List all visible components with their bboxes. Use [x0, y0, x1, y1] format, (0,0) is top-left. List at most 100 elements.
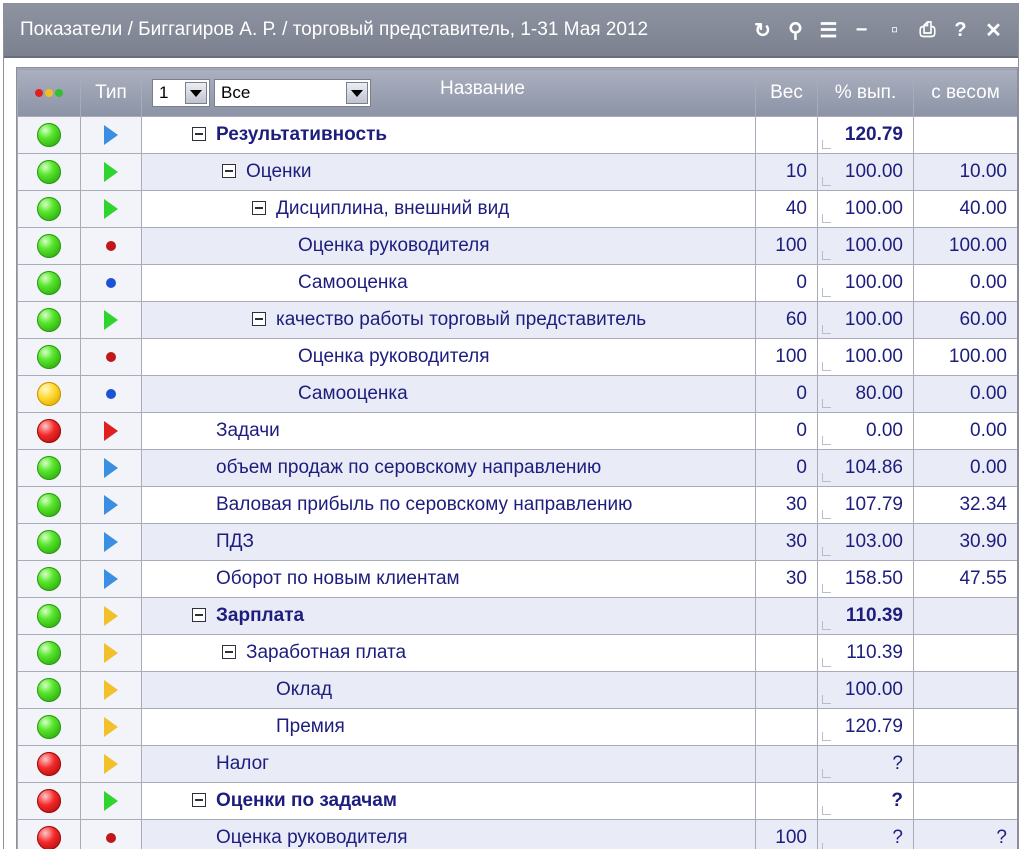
percent-cell[interactable]: 100.00 [817, 264, 914, 302]
percent-cell[interactable]: 120.79 [817, 708, 914, 746]
filter-select[interactable]: Все [214, 79, 371, 107]
percent-cell[interactable]: 100.00 [817, 301, 914, 339]
table-row[interactable]: Оценка руководителя 100 100.00 100.00 [17, 338, 1017, 376]
name-cell[interactable]: Самооценка [141, 375, 756, 413]
help-icon[interactable]: ? [944, 15, 977, 45]
table-row[interactable]: Премия 120.79 [17, 708, 1017, 746]
percent-cell[interactable]: ? [817, 782, 914, 820]
table-row[interactable]: Валовая прибыль по серовскому направлени… [17, 486, 1017, 524]
level-select[interactable]: 1 [152, 79, 210, 107]
triangle-green-icon [104, 198, 118, 219]
percent-cell[interactable]: 110.39 [817, 634, 914, 672]
table-row[interactable]: Оценки 10 100.00 10.00 [17, 153, 1017, 191]
collapse-toggle-icon[interactable] [222, 164, 236, 178]
collapse-toggle-icon[interactable] [192, 793, 206, 807]
close-icon[interactable]: ✕ [977, 15, 1010, 45]
name-cell[interactable]: Зарплата [141, 597, 756, 635]
percent-cell[interactable]: 110.39 [817, 597, 914, 635]
triangle-yellow-icon [104, 605, 118, 626]
resize-corner-icon [822, 436, 831, 445]
weighted-column-header[interactable]: с весом [913, 68, 1017, 117]
table-row[interactable]: Результативность 120.79 [17, 116, 1017, 154]
table-row[interactable]: качество работы торговый представитель 60… [17, 301, 1017, 339]
percent-cell[interactable]: 0.00 [817, 412, 914, 450]
name-cell[interactable]: Результативность [141, 116, 756, 154]
collapse-toggle-icon[interactable] [222, 645, 236, 659]
table-row[interactable]: Самооценка 0 80.00 0.00 [17, 375, 1017, 413]
row-name: Оценки [246, 161, 312, 182]
table-row[interactable]: Налог? [17, 745, 1017, 783]
type-column-header[interactable]: Тип [80, 68, 142, 117]
weight-column-header[interactable]: Вес [755, 68, 818, 117]
collapse-toggle-icon[interactable] [192, 608, 206, 622]
percent-cell[interactable]: 100.00 [817, 671, 914, 709]
name-cell[interactable]: Оценка руководителя [141, 227, 756, 265]
percent-cell[interactable]: 107.79 [817, 486, 914, 524]
percent-cell[interactable]: 100.00 [817, 227, 914, 265]
maximize-icon[interactable]: ▫ [878, 15, 911, 45]
name-cell[interactable]: Дисциплина, внешний вид [141, 190, 756, 228]
percent-cell[interactable]: 158.50 [817, 560, 914, 598]
table-row[interactable]: Дисциплина, внешний вид 40 100.00 40.00 [17, 190, 1017, 228]
name-cell[interactable]: Оценка руководителя [141, 819, 756, 849]
name-cell[interactable]: Оборот по новым клиентам [141, 560, 756, 598]
weight-cell: 0 [755, 264, 818, 302]
weighted-cell: 0.00 [913, 449, 1017, 487]
collapse-toggle-icon[interactable] [252, 312, 266, 326]
table-row[interactable]: Задачи 0 0.00 0.00 [17, 412, 1017, 450]
table-row[interactable]: Самооценка 0 100.00 0.00 [17, 264, 1017, 302]
table-row[interactable]: Оборот по новым клиентам 30 158.50 47.55 [17, 560, 1017, 598]
percent-cell[interactable]: 104.86 [817, 449, 914, 487]
table-row[interactable]: ПДЗ 30 103.00 30.90 [17, 523, 1017, 561]
resize-corner-icon [822, 621, 831, 630]
collapse-toggle-icon[interactable] [252, 201, 266, 215]
status-column-header[interactable] [17, 68, 81, 117]
name-cell[interactable]: объем продаж по серовскому направлению [141, 449, 756, 487]
table-row[interactable]: Оценки по задачам? [17, 782, 1017, 820]
row-name: Премия [276, 716, 345, 737]
percent-value: 100.00 [844, 346, 903, 367]
percent-value: 100.00 [844, 272, 903, 293]
table-row[interactable]: Оценка руководителя 100?? [17, 819, 1017, 849]
collapse-toggle-icon[interactable] [192, 127, 206, 141]
search-icon[interactable]: ⚲ [779, 15, 812, 45]
name-column-header[interactable]: 1 Все Название [141, 68, 756, 117]
name-cell[interactable]: Валовая прибыль по серовскому направлени… [141, 486, 756, 524]
percent-cell[interactable]: 100.00 [817, 338, 914, 376]
refresh-icon[interactable]: ↻ [746, 15, 779, 45]
name-cell[interactable]: Премия [141, 708, 756, 746]
triangle-blue-icon [104, 494, 118, 515]
percent-cell[interactable]: 103.00 [817, 523, 914, 561]
percent-cell[interactable]: 100.00 [817, 153, 914, 191]
name-cell[interactable]: Оценка руководителя [141, 338, 756, 376]
percent-value: ? [892, 827, 903, 848]
table-row[interactable]: Зарплата 110.39 [17, 597, 1017, 635]
name-cell[interactable]: качество работы торговый представитель [141, 301, 756, 339]
percent-cell[interactable]: 80.00 [817, 375, 914, 413]
resize-corner-icon [822, 177, 831, 186]
name-cell[interactable]: Самооценка [141, 264, 756, 302]
table-row[interactable]: Оценка руководителя 100 100.00 100.00 [17, 227, 1017, 265]
table-row[interactable]: Оклад 100.00 [17, 671, 1017, 709]
percent-cell[interactable]: ? [817, 745, 914, 783]
percent-cell[interactable]: 120.79 [817, 116, 914, 154]
name-cell[interactable]: Оценки по задачам [141, 782, 756, 820]
row-name: Оценка руководителя [298, 346, 490, 367]
print-icon[interactable]: ⎙ [911, 15, 944, 45]
triangle-yellow-icon [104, 716, 118, 737]
table-row[interactable]: объем продаж по серовскому направлению 0 1… [17, 449, 1017, 487]
chevron-down-icon[interactable] [185, 82, 207, 104]
table-row[interactable]: Заработная плата 110.39 [17, 634, 1017, 672]
name-cell[interactable]: ПДЗ [141, 523, 756, 561]
name-cell[interactable]: Заработная плата [141, 634, 756, 672]
percent-cell[interactable]: ? [817, 819, 914, 849]
name-cell[interactable]: Налог [141, 745, 756, 783]
name-cell[interactable]: Задачи [141, 412, 756, 450]
percent-cell[interactable]: 100.00 [817, 190, 914, 228]
name-cell[interactable]: Оценки [141, 153, 756, 191]
name-cell[interactable]: Оклад [141, 671, 756, 709]
percent-column-header[interactable]: % вып. [817, 68, 914, 117]
minimize-icon[interactable]: − [845, 15, 878, 45]
chevron-down-icon[interactable] [346, 82, 368, 104]
list-icon[interactable]: ☰ [812, 15, 845, 45]
